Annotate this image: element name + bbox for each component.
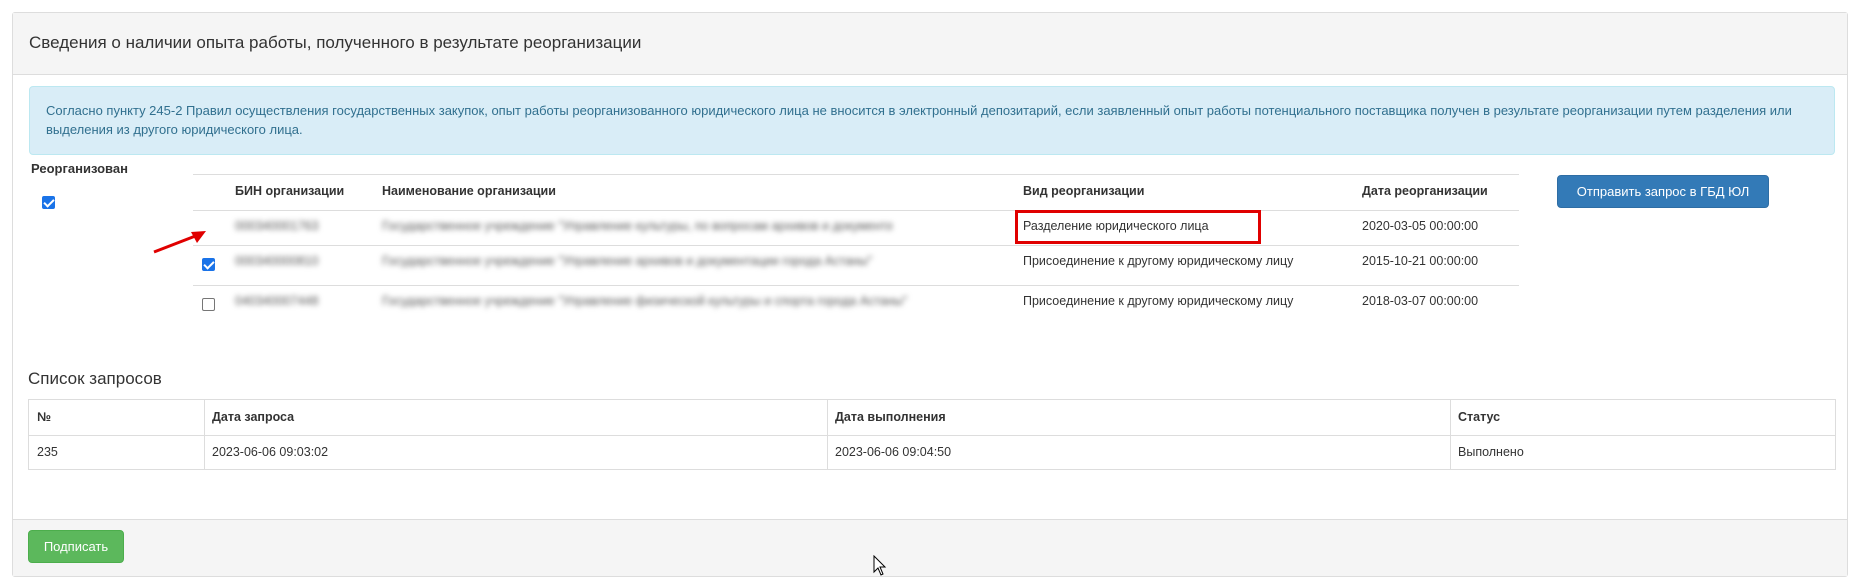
row-date: 2020-03-05 00:00:00 <box>1362 219 1479 233</box>
row-type: Присоединение к другому юридическому лиц… <box>1023 254 1294 268</box>
header-bottom-border <box>193 210 1519 211</box>
row-divider <box>193 285 1519 286</box>
requests-table: № Дата запроса Дата выполнения Статус 23… <box>28 399 1836 470</box>
table-row: 235 2023-06-06 09:03:02 2023-06-06 09:04… <box>29 435 1835 470</box>
table-header-row: № Дата запроса Дата выполнения Статус <box>29 400 1835 436</box>
request-num: 235 <box>37 445 58 459</box>
row-name: Государственное учреждение "Управление ф… <box>382 294 908 308</box>
row-type: Присоединение к другому юридическому лиц… <box>1023 294 1294 308</box>
row-name: Государственное учреждение "Управление к… <box>382 219 892 233</box>
send-gbd-request-button[interactable]: Отправить запрос в ГБД ЮЛ <box>1557 175 1769 208</box>
row-date: 2018-03-07 00:00:00 <box>1362 294 1479 308</box>
highlight-annotation-box <box>1015 210 1261 244</box>
row-divider <box>193 245 1519 246</box>
row-date: 2015-10-21 00:00:00 <box>1362 254 1479 268</box>
done-date: 2023-06-06 09:04:50 <box>835 445 952 459</box>
panel-heading: Сведения о наличии опыта работы, получен… <box>13 13 1847 75</box>
header-type: Вид реорганизации <box>1023 184 1145 198</box>
header-date: Дата реорганизации <box>1362 184 1488 198</box>
header-name: Наименование организации <box>382 184 556 198</box>
row-select-checkbox[interactable] <box>202 258 215 271</box>
row-name: Государственное учреждение "Управление а… <box>382 254 873 268</box>
header-done-date: Дата выполнения <box>835 410 946 424</box>
sign-button[interactable]: Подписать <box>28 530 124 563</box>
row-bin: 000340000810 <box>235 254 319 268</box>
red-arrow-icon <box>153 231 206 254</box>
table-top-border <box>193 174 1519 175</box>
header-status: Статус <box>1458 410 1501 424</box>
row-select-checkbox[interactable] <box>202 298 215 311</box>
info-alert: Согласно пункту 245-2 Правил осуществлен… <box>29 86 1835 155</box>
header-bin: БИН организации <box>235 184 345 198</box>
row-bin: 040340007448 <box>235 294 319 308</box>
reorganized-label: Реорганизован <box>31 161 128 176</box>
panel-title: Сведения о наличии опыта работы, получен… <box>29 33 642 52</box>
panel-footer: Подписать <box>13 519 1847 576</box>
header-num: № <box>37 410 51 424</box>
row-bin: 000340001763 <box>235 219 319 233</box>
mouse-cursor-icon <box>873 555 887 576</box>
reorganized-checkbox[interactable] <box>42 196 55 209</box>
requests-list-title: Список запросов <box>28 369 162 388</box>
header-request-date: Дата запроса <box>212 410 295 424</box>
request-status: Выполнено <box>1458 445 1524 459</box>
request-date: 2023-06-06 09:03:02 <box>212 445 329 459</box>
